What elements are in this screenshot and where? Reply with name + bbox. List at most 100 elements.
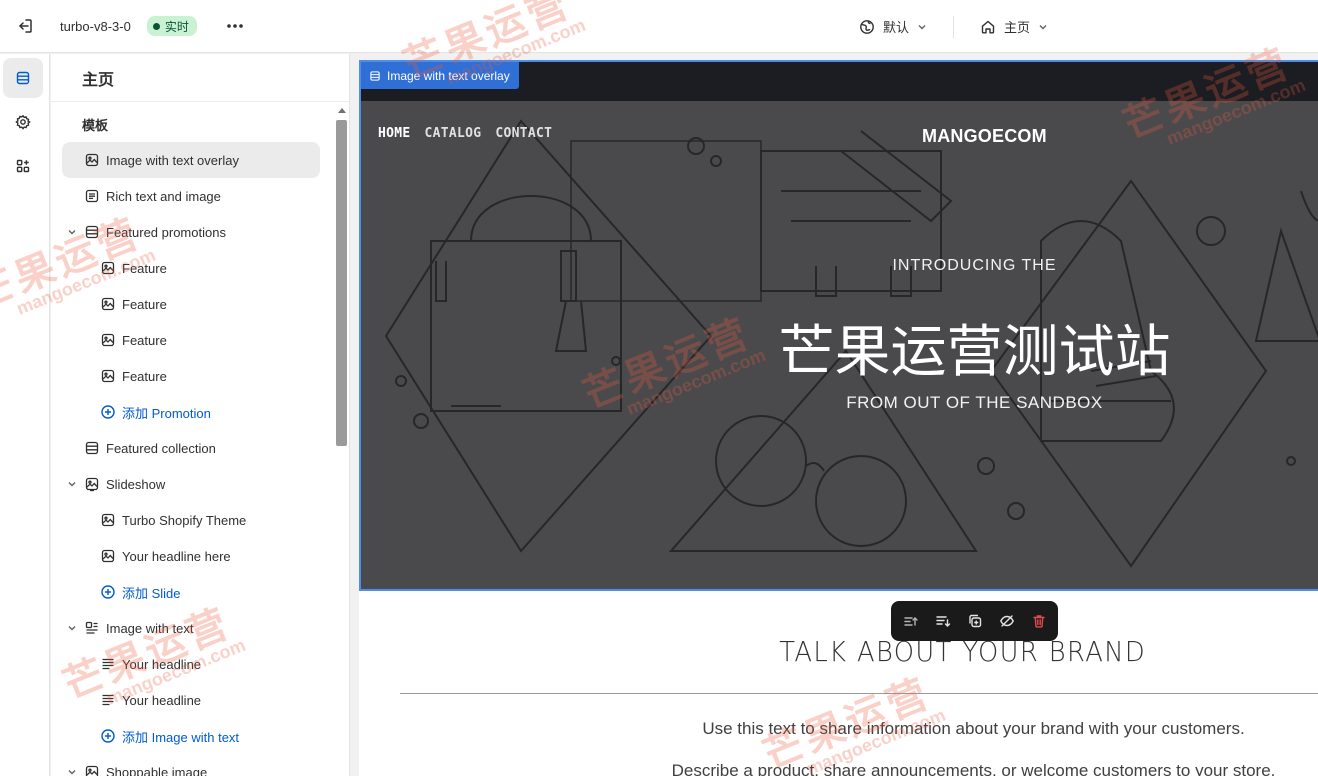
- eye-off-icon: [1000, 615, 1014, 627]
- block-feature[interactable]: Feature: [51, 286, 321, 322]
- section-toolbar: [891, 601, 1058, 641]
- nav-catalog[interactable]: CATALOG: [425, 126, 482, 141]
- gear-icon: [15, 114, 31, 130]
- plus-circle-icon: [100, 404, 116, 420]
- image-with-text-overlay-section[interactable]: Image with text overlay HOME CATALOG CON…: [359, 60, 1318, 591]
- chevron-down-icon[interactable]: [67, 227, 77, 237]
- page-selector[interactable]: 主页: [976, 11, 1052, 43]
- more-actions-button[interactable]: [223, 14, 247, 38]
- exit-button[interactable]: [0, 0, 50, 53]
- tree-item-label: Your headline: [122, 692, 202, 708]
- trash-icon: [1033, 615, 1045, 628]
- tree-item-label: Feature: [122, 368, 167, 384]
- selected-section-label-text: Image with text overlay: [387, 68, 510, 83]
- divider: [400, 693, 1318, 694]
- add-image-with-text-button[interactable]: 添加 Image with text: [51, 718, 321, 754]
- tree-item-label: Featured collection: [106, 440, 216, 456]
- store-logo[interactable]: MANGOECOM: [922, 126, 1047, 147]
- selected-section-label: Image with text overlay: [361, 62, 519, 89]
- section-rich-text-and-image[interactable]: Rich text and image: [51, 178, 321, 214]
- brand-section-text: Describe a product, share announcements,…: [671, 761, 1276, 776]
- tree-item-label: Image with text: [106, 620, 194, 636]
- page-selector-label: 主页: [1004, 20, 1031, 35]
- tree-item-label: Featured promotions: [106, 224, 226, 240]
- brand-section-text: Use this text to share information about…: [702, 719, 1245, 738]
- hero-pretitle: INTRODUCING THE: [892, 257, 1057, 274]
- chevron-down-icon[interactable]: [67, 767, 77, 776]
- nav-home[interactable]: HOME: [378, 126, 411, 141]
- sections-sidebar: 主页 模板 Image with text overlay Rich text …: [51, 54, 350, 776]
- sidebar-scrollbar[interactable]: [335, 104, 349, 776]
- nav-contact[interactable]: CONTACT: [495, 126, 552, 141]
- tree-item-label: 添加 Slide: [122, 585, 181, 601]
- divider: [953, 15, 955, 38]
- brand-section-title: TALK ABOUT YOUR BRAND: [779, 635, 1147, 668]
- add-promotion-button[interactable]: 添加 Promotion: [51, 394, 321, 430]
- move-up-button[interactable]: [899, 609, 923, 633]
- block-headline[interactable]: Your headline: [51, 682, 321, 718]
- exit-icon: [19, 19, 32, 33]
- theme-settings-button[interactable]: [3, 102, 43, 142]
- shoppable-image-icon: [84, 764, 100, 776]
- duplicate-button[interactable]: [963, 609, 987, 633]
- block-headline[interactable]: Your headline: [51, 646, 321, 682]
- image-block-icon: [100, 260, 116, 276]
- top-selectors: 默认 主页: [855, 0, 1052, 53]
- text-lines-icon: [100, 656, 116, 672]
- block-feature[interactable]: Feature: [51, 250, 321, 286]
- home-icon: [981, 20, 995, 33]
- section-slideshow[interactable]: Slideshow: [51, 466, 321, 502]
- status-badge: 实时: [146, 16, 197, 36]
- chevron-down-icon[interactable]: [67, 479, 77, 489]
- sections-icon: [84, 440, 100, 456]
- chevron-down-icon: [918, 24, 926, 29]
- block-slide[interactable]: Turbo Shopify Theme: [51, 502, 321, 538]
- scroll-thumb[interactable]: [336, 120, 347, 446]
- delete-button[interactable]: [1027, 609, 1051, 633]
- add-slide-button[interactable]: 添加 Slide: [51, 574, 321, 610]
- hide-button[interactable]: [995, 609, 1019, 633]
- tree-item-label: Turbo Shopify Theme: [122, 512, 247, 528]
- image-block-icon: [100, 512, 116, 528]
- block-feature[interactable]: Feature: [51, 322, 321, 358]
- move-down-button[interactable]: [931, 609, 955, 633]
- sidebar-title: 主页: [51, 54, 349, 102]
- block-slide[interactable]: Your headline here: [51, 538, 321, 574]
- hero-subtitle: FROM OUT OF THE SANDBOX: [846, 393, 1103, 412]
- section-image-with-text[interactable]: Image with text: [51, 610, 321, 646]
- sections-icon: [16, 71, 30, 85]
- sections-button[interactable]: [3, 58, 43, 98]
- image-block-icon: [100, 332, 116, 348]
- image-block-icon: [100, 296, 116, 312]
- left-rail: [0, 54, 50, 776]
- plus-circle-icon: [100, 584, 116, 600]
- move-down-icon: [936, 616, 951, 627]
- tree-item-label: Shoppable image: [106, 764, 208, 776]
- globe-icon: [860, 19, 874, 34]
- section-featured-collection[interactable]: Featured collection: [51, 430, 321, 466]
- top-bar: turbo-v8-3-0 实时 默认 主页: [0, 0, 1318, 53]
- section-featured-promotions[interactable]: Featured promotions: [51, 214, 321, 250]
- image-block-icon: [100, 368, 116, 384]
- template-section-label: 模板: [82, 117, 109, 133]
- tree-item-label: 添加 Image with text: [122, 729, 240, 745]
- chevron-down-icon: [1039, 24, 1047, 29]
- block-feature[interactable]: Feature: [51, 358, 321, 394]
- image-block-icon: [100, 548, 116, 564]
- store-nav: HOME CATALOG CONTACT: [378, 126, 552, 141]
- locale-selector-label: 默认: [883, 20, 910, 35]
- hero-title: 芒果运营测试站: [778, 320, 1171, 383]
- chevron-down-icon[interactable]: [67, 623, 77, 633]
- app-embeds-button[interactable]: [3, 146, 43, 186]
- ellipsis-icon: [227, 24, 243, 28]
- image-with-text-icon: [84, 620, 100, 636]
- tree-item-label: Your headline here: [122, 548, 231, 564]
- plus-circle-icon: [100, 728, 116, 744]
- status-badge-label: 实时: [164, 19, 189, 34]
- section-shoppable-image[interactable]: Shoppable image: [51, 754, 321, 776]
- tree-item-label: Image with text overlay: [106, 152, 239, 168]
- scroll-up-arrow-icon[interactable]: [338, 108, 346, 113]
- section-image-with-text-overlay[interactable]: Image with text overlay: [62, 142, 320, 178]
- locale-selector[interactable]: 默认: [855, 11, 931, 43]
- slideshow-icon: [84, 476, 100, 492]
